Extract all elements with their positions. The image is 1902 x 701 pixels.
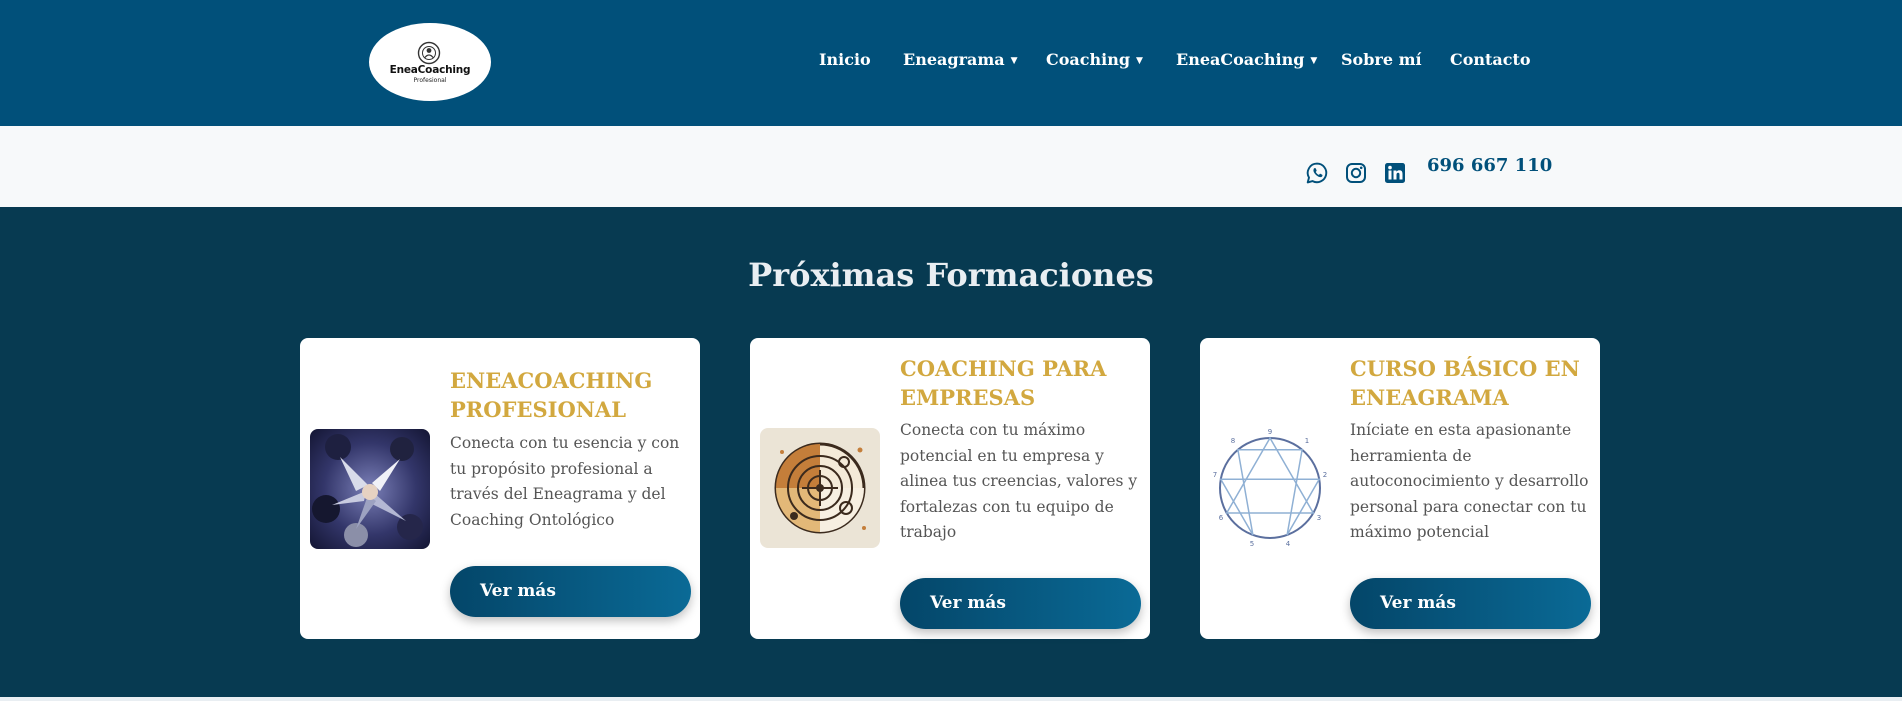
card-title: COACHING PARA EMPRESAS [900,356,1107,410]
course-card-curso-eneagrama: 9 1 2 3 4 5 6 7 8 CURSO BÁSICO EN ENEAGR… [1200,338,1600,639]
card-description: Iníciate en esta apasionante herramienta… [1350,421,1589,541]
logo-name: EneaCoaching [389,64,471,76]
nav-item-sobre-mi[interactable]: Sobre mí [1341,50,1422,69]
enneagram-number: 9 [1268,428,1272,436]
caret-down-icon: ▼ [1010,56,1018,66]
enneagram-number: 4 [1286,540,1291,548]
nav-label: Sobre mí [1341,50,1422,69]
caret-down-icon: ▼ [1136,56,1143,66]
enneagram-number: 5 [1250,540,1254,548]
enneagram-number: 2 [1323,471,1327,479]
nav-label: Contacto [1450,50,1531,69]
card-image-team-hands [310,429,430,549]
enneagram-diagram: 9 1 2 3 4 5 6 7 8 [1210,428,1330,548]
section-title: Próximas Formaciones [748,256,1154,294]
instagram-icon[interactable] [1344,161,1368,185]
enneagram-number: 1 [1305,437,1309,445]
logo-subtitle: Profesional [413,77,447,84]
ver-mas-button[interactable]: Ver más [450,566,691,617]
section-divider [0,697,1902,701]
contact-bar [0,126,1902,207]
card-description: Conecta con tu máximo potencial en tu em… [900,421,1138,541]
site-header: EneaCoaching Profesional Inicio Eneagram… [0,0,1902,126]
ver-mas-button[interactable]: Ver más [1350,578,1591,629]
nav-item-eneagrama[interactable]: Eneagrama ▼ [903,50,1018,69]
card-description: Conecta con tu esencia y con tu propósit… [450,434,680,529]
enneagram-number: 8 [1231,437,1235,445]
card-image-target [760,428,880,548]
nav-label: EneaCoaching [1176,50,1305,69]
logo-emblem-icon [417,41,441,65]
course-card-coaching-empresas: COACHING PARA EMPRESAS Conecta con tu má… [750,338,1150,639]
card-title: ENEACOACHING PROFESIONAL [450,368,653,422]
course-card-eneacoaching: ENEACOACHING PROFESIONAL Conecta con tu … [300,338,700,639]
nav-item-coaching[interactable]: Coaching ▼ [1046,50,1143,69]
site-logo[interactable]: EneaCoaching Profesional [369,23,491,101]
nav-label: Eneagrama [903,50,1005,69]
nav-label: Inicio [819,50,871,69]
whatsapp-icon[interactable] [1305,161,1329,185]
phone-number[interactable]: 696 667 110 [1427,155,1552,176]
ver-mas-button[interactable]: Ver más [900,578,1141,629]
card-title: CURSO BÁSICO EN ENEAGRAMA [1350,356,1580,410]
enneagram-number: 7 [1213,471,1217,479]
enneagram-number: 3 [1317,514,1321,522]
caret-down-icon: ▼ [1310,56,1318,66]
nav-item-eneacoaching[interactable]: EneaCoaching ▼ [1176,50,1317,69]
team-hands-photo [310,429,430,549]
nav-item-inicio[interactable]: Inicio [819,50,871,69]
nav-item-contacto[interactable]: Contacto [1450,50,1531,69]
linkedin-icon[interactable] [1383,161,1407,185]
target-illustration [760,428,880,548]
card-image-enneagram: 9 1 2 3 4 5 6 7 8 [1210,428,1330,548]
enneagram-number: 6 [1219,514,1224,522]
nav-label: Coaching [1046,50,1131,69]
